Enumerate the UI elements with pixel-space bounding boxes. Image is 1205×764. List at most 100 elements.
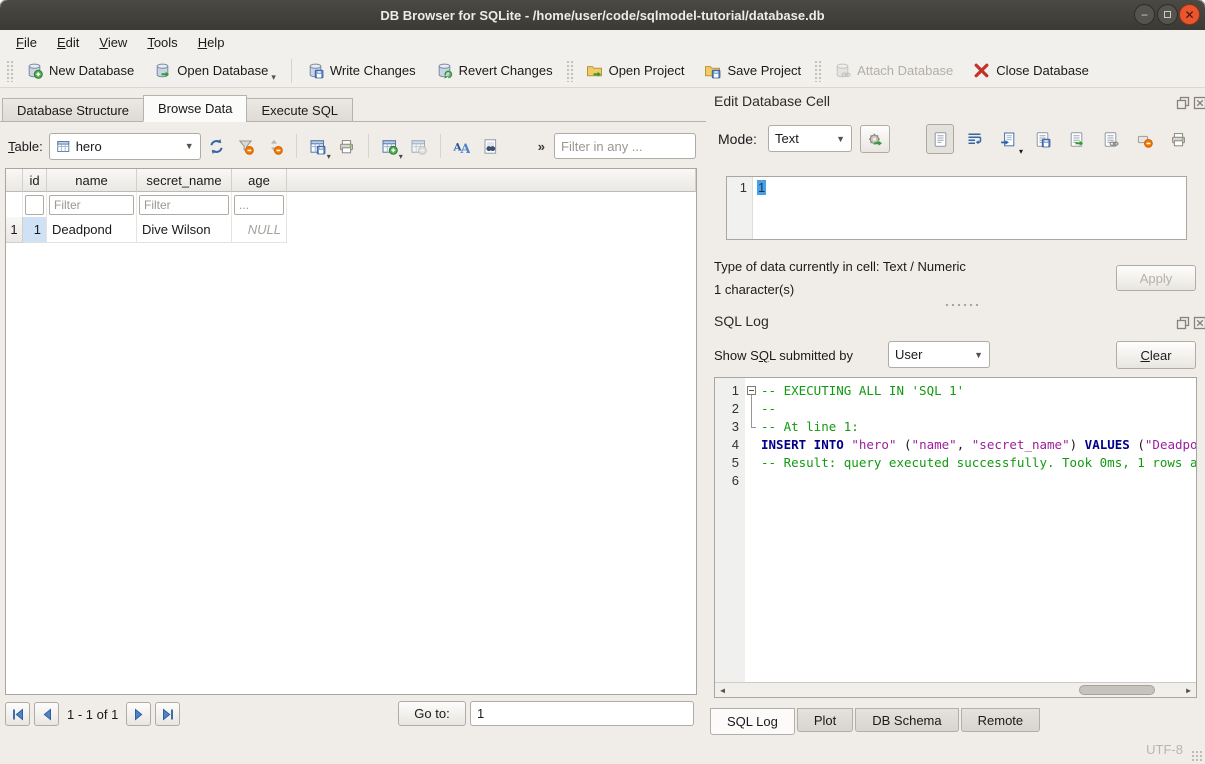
cell-secret_name[interactable]: Dive Wilson [137, 217, 232, 243]
column-header-secret_name[interactable]: secret_name [137, 169, 232, 192]
table-select[interactable]: hero ▼ [49, 133, 201, 160]
maximize-button[interactable] [1157, 4, 1178, 25]
open-project-icon [586, 62, 603, 79]
toolbar-handle[interactable] [566, 60, 573, 82]
dock-tab-sql-log[interactable]: SQL Log [710, 708, 795, 735]
titlebar[interactable]: DB Browser for SQLite - /home/user/code/… [0, 0, 1205, 30]
sql-token: -- EXECUTING ALL IN 'SQL 1' [761, 383, 964, 398]
mode-select-value: Text [775, 131, 799, 146]
horizontal-scrollbar[interactable]: ◀ ▶ [715, 682, 1196, 697]
open-database-button[interactable]: Open Database▾ [144, 57, 286, 85]
sql-log-line: -- At line 1: [761, 418, 1196, 436]
chevron-down-icon[interactable]: ▾ [271, 72, 276, 83]
chevron-down-icon[interactable]: ▾ [399, 152, 403, 161]
dock-tab-plot[interactable]: Plot [797, 708, 853, 732]
font-format-icon: AA [453, 138, 470, 155]
pane-float-icon[interactable] [1176, 316, 1190, 330]
filter-input-secret_name[interactable] [139, 195, 229, 215]
previous-record-button[interactable] [34, 702, 59, 726]
minimize-button[interactable]: − [1134, 4, 1155, 25]
splitter-handle[interactable] [944, 303, 980, 307]
last-record-button[interactable] [155, 702, 180, 726]
scroll-right-icon[interactable]: ▶ [1181, 683, 1196, 697]
revert-changes-icon [436, 62, 453, 79]
pane-float-icon[interactable] [1176, 96, 1190, 110]
scroll-left-icon[interactable]: ◀ [715, 683, 730, 697]
menu-tools[interactable]: Tools [137, 33, 187, 52]
resize-grip[interactable] [1191, 750, 1203, 762]
scrollbar-thumb[interactable] [1079, 685, 1155, 695]
close-button[interactable]: ✕ [1179, 4, 1200, 25]
save-project-icon [704, 62, 721, 79]
apply-button[interactable]: Apply [1116, 265, 1196, 291]
auto-apply-button[interactable] [860, 125, 890, 153]
column-header-name[interactable]: name [47, 169, 137, 192]
menu-edit[interactable]: Edit [47, 33, 89, 52]
filter-any-input[interactable] [554, 133, 696, 159]
menu-help[interactable]: Help [188, 33, 235, 52]
dock-tab-remote[interactable]: Remote [961, 708, 1041, 732]
close-database-button[interactable]: Close Database [963, 57, 1099, 85]
tab-execute-sql[interactable]: Execute SQL [246, 98, 353, 122]
revert-changes-button[interactable]: Revert Changes [426, 57, 563, 85]
cell-age[interactable]: NULL [232, 217, 287, 243]
chevron-down-icon[interactable]: ▾ [327, 152, 331, 161]
next-record-button[interactable] [126, 702, 151, 726]
cell-editor[interactable]: 1 1 [726, 176, 1187, 240]
goto-button[interactable]: Go to: [398, 701, 466, 726]
menu-view[interactable]: View [89, 33, 137, 52]
filter-input-age[interactable] [234, 195, 284, 215]
cell-id[interactable]: 1 [23, 217, 47, 243]
mode-select[interactable]: Text ▼ [768, 125, 852, 152]
dock-tab-db-schema[interactable]: DB Schema [855, 708, 958, 732]
clear-sorting-button[interactable] [262, 133, 288, 160]
sql-log-filter-select[interactable]: User ▼ [888, 341, 990, 368]
goto-input[interactable] [470, 701, 694, 726]
menu-file[interactable]: File [6, 33, 47, 52]
toolbar-overflow-icon[interactable]: » [538, 139, 545, 154]
pane-close-icon[interactable] [1193, 316, 1205, 330]
column-header-age[interactable]: age [232, 169, 287, 192]
tab-database-structure[interactable]: Database Structure [2, 98, 144, 122]
clear-filters-button[interactable] [233, 133, 259, 160]
import-file-button[interactable]: ▾ [994, 124, 1022, 154]
new-database-button[interactable]: New Database [16, 57, 144, 85]
word-wrap-button[interactable] [960, 124, 988, 154]
first-record-button[interactable] [5, 702, 30, 726]
cell-name[interactable]: Deadpond [47, 217, 137, 243]
toolbar-handle[interactable] [6, 60, 13, 82]
refresh-button[interactable] [204, 133, 230, 160]
toolbar-handle[interactable] [814, 60, 821, 82]
link-data-button[interactable] [1096, 124, 1124, 154]
print-button[interactable] [334, 133, 360, 160]
text-mode-icon [932, 131, 949, 148]
export-file-button[interactable] [1062, 124, 1090, 154]
sql-fold-margin[interactable] [745, 378, 759, 682]
attach-database-button: Attach Database [824, 57, 963, 85]
save-project-button[interactable]: Save Project [694, 57, 811, 85]
clear-log-button[interactable]: Clear [1116, 341, 1196, 369]
open-project-button[interactable]: Open Project [576, 57, 695, 85]
tab-browse-data[interactable]: Browse Data [143, 95, 247, 122]
chevron-down-icon[interactable]: ▾ [1019, 147, 1023, 156]
find-button[interactable] [478, 133, 504, 160]
filter-input-name[interactable] [49, 195, 134, 215]
font-format-button[interactable]: AA [449, 133, 475, 160]
text-mode-button[interactable] [926, 124, 954, 154]
column-header-id[interactable]: id [23, 169, 47, 192]
save-file-button[interactable] [1028, 124, 1056, 154]
new-record-button[interactable]: ▾ [377, 133, 403, 160]
write-changes-button[interactable]: Write Changes [297, 57, 426, 85]
set-null-button[interactable] [1130, 124, 1158, 154]
sql-token: ) [1070, 437, 1085, 452]
print-button[interactable] [1164, 124, 1192, 154]
sql-log-editor[interactable]: 123456 -- EXECUTING ALL IN 'SQL 1'---- A… [714, 377, 1197, 698]
pane-close-icon[interactable] [1193, 96, 1205, 110]
fold-collapse-icon[interactable] [747, 386, 756, 395]
row-number[interactable]: 1 [6, 217, 23, 243]
cell-editor-line-number: 1 [727, 177, 753, 239]
cell-editor-content[interactable]: 1 [753, 177, 766, 239]
save-table-button[interactable]: ▾ [305, 133, 331, 160]
sql-line-number: 1 [715, 382, 739, 400]
filter-input-id[interactable] [25, 195, 44, 215]
